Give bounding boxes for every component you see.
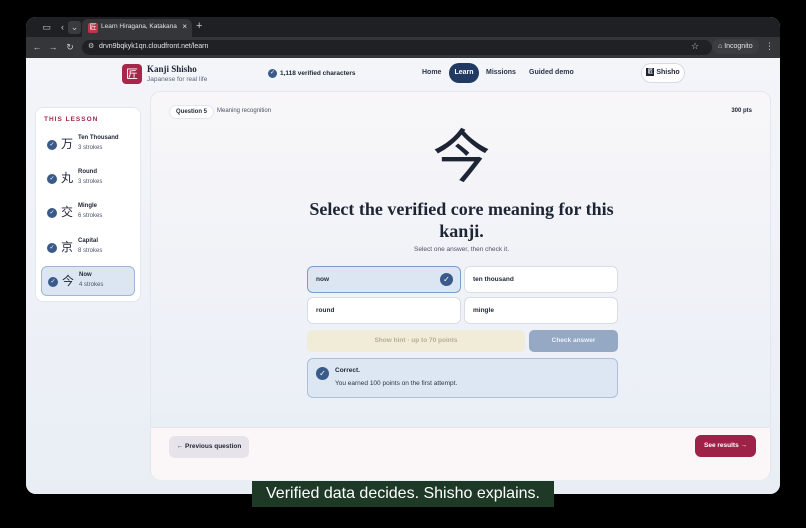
lesson-title: THIS LESSON — [44, 116, 99, 123]
lesson-item-kanji: 今 — [62, 274, 75, 288]
back-icon[interactable]: ← — [31, 41, 43, 53]
lesson-item-kanji: 京 — [61, 240, 74, 254]
quiz-footer: ← Previous question See results → — [151, 427, 770, 480]
question-type: Meaning recognition — [217, 108, 272, 114]
url-text: drvn9bqkyk1qn.cloudfront.net/learn — [99, 43, 209, 50]
check-icon: ✓ — [47, 243, 57, 253]
previous-question-button[interactable]: ← Previous question — [169, 436, 249, 458]
video-caption: Verified data decides. Shisho explains. — [252, 481, 554, 507]
tab-search-chevron-icon[interactable]: ⌄ — [68, 21, 81, 34]
site-info-icon[interactable]: ⚙ — [88, 42, 94, 50]
sidebar-toggle-icon[interactable]: ▭ — [40, 21, 53, 34]
lesson-item-name: Round — [78, 169, 97, 175]
lesson-item-name: Capital — [78, 238, 99, 244]
option-now[interactable]: now ✓ — [307, 266, 461, 293]
option-label: mingle — [473, 307, 494, 314]
option-label: ten thousand — [473, 276, 514, 283]
selected-check-icon: ✓ — [440, 273, 453, 286]
browser-menu-icon[interactable]: ⋮ — [765, 41, 774, 52]
lesson-item-strokes: 3 strokes — [78, 145, 103, 151]
verified-check-icon: ✓ — [268, 69, 277, 78]
question-text: Select the verified core meaning for thi… — [309, 199, 614, 241]
points-label: 300 pts — [731, 108, 752, 114]
brand-name[interactable]: Kanji Shisho — [147, 64, 197, 74]
option-label: now — [316, 276, 329, 283]
lesson-item[interactable]: ✓ 丸 Round 3 strokes — [41, 164, 135, 194]
url-field[interactable]: ⚙ drvn9bqkyk1qn.cloudfront.net/learn — [82, 40, 712, 55]
nav-home[interactable]: Home — [422, 69, 441, 76]
lesson-item-kanji: 万 — [61, 137, 74, 151]
lesson-item[interactable]: ✓ 万 Ten Thousand 3 strokes — [41, 130, 135, 160]
lesson-item[interactable]: ✓ 京 Capital 8 strokes — [41, 233, 135, 263]
lesson-item-name: Ten Thousand — [78, 135, 119, 141]
lesson-item-active[interactable]: ✓ 今 Now 4 strokes — [41, 266, 135, 296]
check-icon: ✓ — [47, 174, 57, 184]
verified-count-label: 1,118 verified characters — [280, 70, 356, 78]
lesson-item-name: Mingle — [78, 203, 97, 209]
tab-bar: ▭ ‹ ⌄ 匠 Learn Hiragana, Katakana, an × + — [26, 17, 780, 37]
show-hint-button[interactable]: Show hint · up to 70 points — [307, 330, 525, 352]
question-badge: Question 5 — [169, 105, 215, 119]
option-round[interactable]: round — [307, 297, 461, 324]
option-ten-thousand[interactable]: ten thousand — [464, 266, 618, 293]
forward-icon[interactable]: → — [47, 41, 59, 53]
browser-window: ▭ ‹ ⌄ 匠 Learn Hiragana, Katakana, an × +… — [26, 17, 780, 494]
logo-icon[interactable]: 匠 — [122, 64, 142, 84]
lesson-item-strokes: 3 strokes — [78, 179, 103, 185]
browser-tab[interactable]: 匠 Learn Hiragana, Katakana, an × — [82, 19, 192, 37]
bookmark-star-icon[interactable]: ☆ — [691, 41, 699, 52]
lesson-item-kanji: 交 — [61, 205, 74, 219]
instruction-text: Select one answer, then check it. — [413, 246, 510, 253]
see-results-button[interactable]: See results → — [695, 435, 756, 457]
nav-missions[interactable]: Missions — [486, 69, 516, 76]
quiz-card: Question 5 Meaning recognition 300 pts 今… — [150, 91, 771, 480]
new-tab-icon[interactable]: + — [196, 20, 202, 32]
brand-tagline: Japanese for real life — [147, 76, 208, 83]
incognito-label: Incognito — [724, 43, 753, 50]
option-label: round — [316, 307, 335, 314]
check-answer-button[interactable]: Check answer — [529, 330, 618, 352]
lesson-item-strokes: 6 strokes — [78, 213, 103, 219]
check-icon: ✓ — [47, 208, 57, 218]
lesson-item-name: Now — [79, 272, 92, 278]
user-label: Shisho — [656, 69, 680, 76]
page: 匠 Kanji Shisho Japanese for real life ✓ 1… — [26, 58, 780, 494]
nav-guided-demo[interactable]: Guided demo — [529, 69, 574, 76]
address-bar: ← → ↻ ⚙ drvn9bqkyk1qn.cloudfront.net/lea… — [26, 37, 780, 58]
option-mingle[interactable]: mingle — [464, 297, 618, 324]
quiz-kanji: 今 — [432, 123, 491, 191]
check-icon: ✓ — [47, 140, 57, 150]
site-header: 匠 Kanji Shisho Japanese for real life ✓ 1… — [26, 58, 780, 92]
user-menu-button[interactable]: 匠 Shisho — [641, 63, 685, 83]
lesson-item-kanji: 丸 — [61, 171, 74, 185]
nav-learn[interactable]: Learn — [449, 63, 479, 83]
lesson-item[interactable]: ✓ 交 Mingle 6 strokes — [41, 198, 135, 228]
user-avatar-icon: 匠 — [646, 68, 655, 77]
correct-check-icon: ✓ — [316, 367, 329, 380]
tab-title: Learn Hiragana, Katakana, an — [101, 23, 177, 30]
feedback-title: Correct. — [335, 367, 360, 374]
feedback-message: You earned 100 points on the first attem… — [335, 380, 458, 387]
lesson-item-strokes: 8 strokes — [78, 248, 103, 254]
close-tab-icon[interactable]: × — [182, 22, 187, 31]
incognito-badge[interactable]: ⌂ Incognito — [712, 39, 759, 54]
lesson-item-strokes: 4 strokes — [79, 282, 104, 288]
tab-favicon-icon: 匠 — [88, 23, 98, 33]
verified-count: ✓ 1,118 verified characters — [268, 69, 356, 78]
check-icon: ✓ — [48, 277, 58, 287]
lesson-panel: THIS LESSON ✓ 万 Ten Thousand 3 strokes ✓… — [35, 107, 141, 302]
reload-icon[interactable]: ↻ — [64, 41, 76, 53]
feedback-box: ✓ Correct. You earned 100 points on the … — [307, 358, 618, 398]
